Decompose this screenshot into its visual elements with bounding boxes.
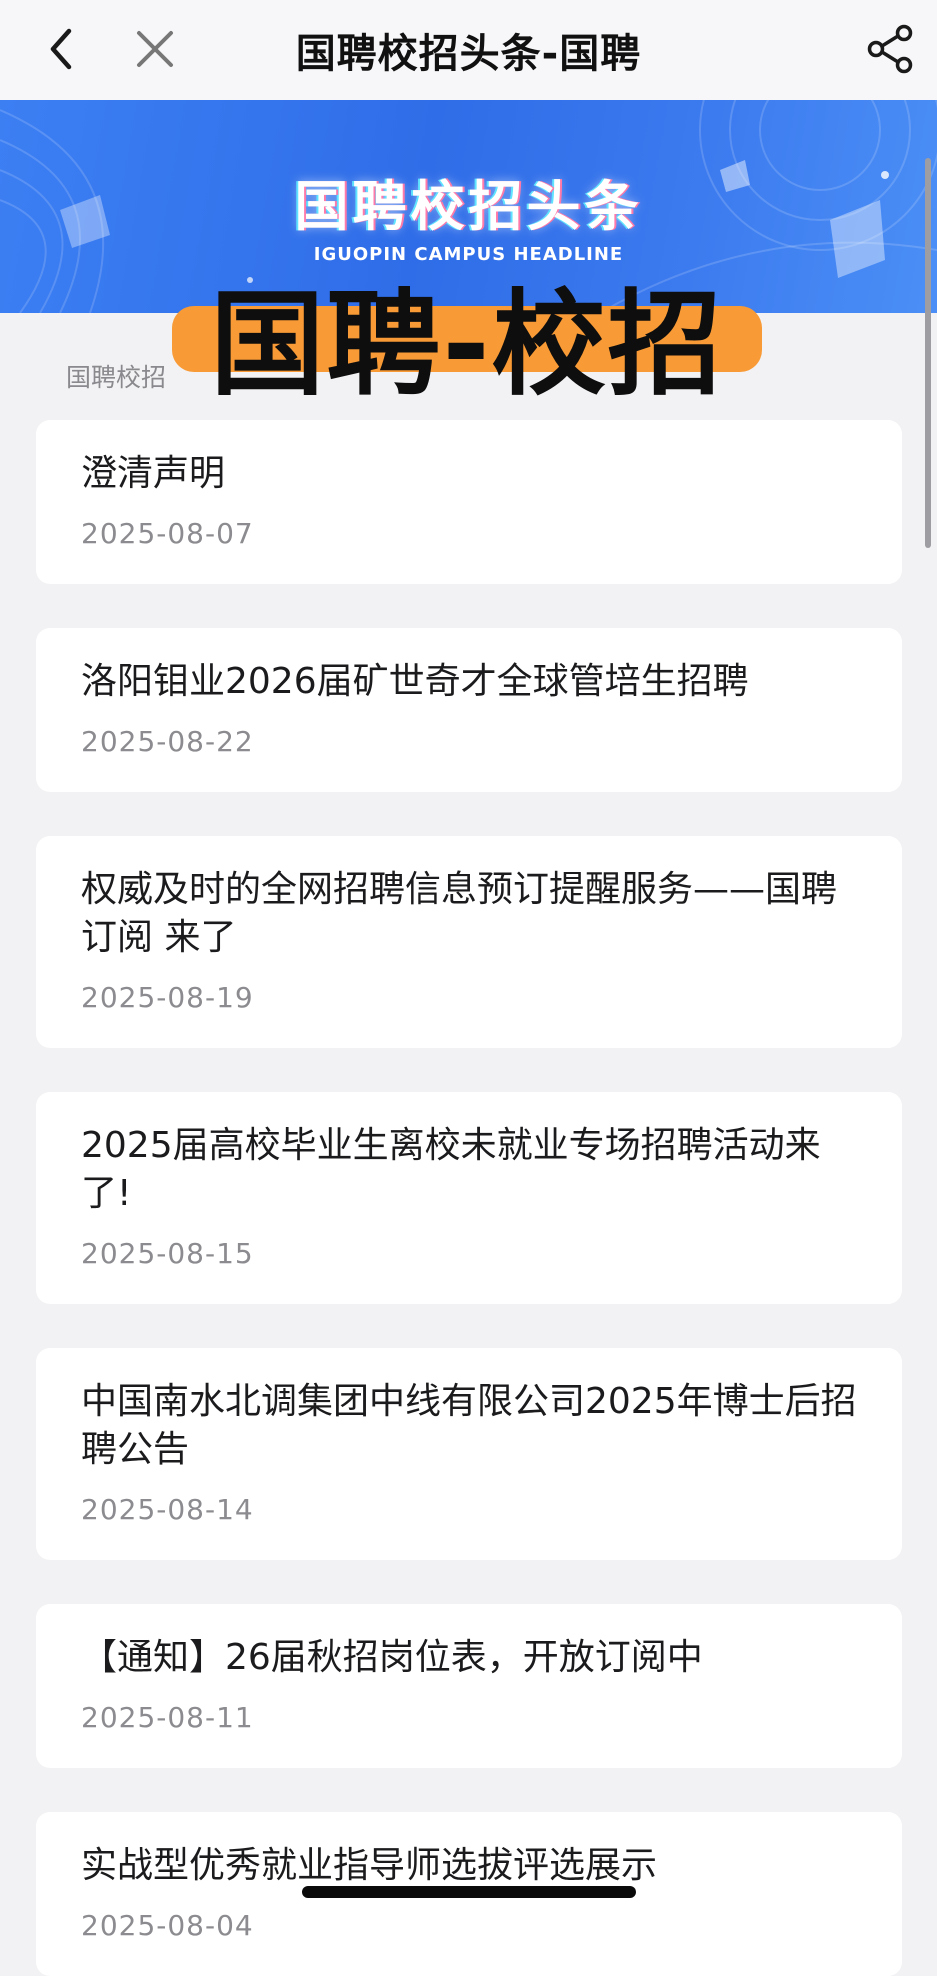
article-card[interactable]: 澄清声明 2025-08-07 <box>36 420 902 584</box>
article-title: 权威及时的全网招聘信息预订提醒服务——国聘订阅 来了 <box>81 869 838 958</box>
banner-title: 国聘校招头条 <box>294 175 643 238</box>
article-date: 2025-08-19 <box>81 981 254 1014</box>
article-date: 2025-08-14 <box>81 1493 254 1526</box>
article-title: 2025届高校毕业生离校未就业专场招聘活动来了! <box>81 1125 821 1214</box>
article-date: 2025-08-04 <box>81 1909 254 1942</box>
close-icon <box>137 31 173 67</box>
article-title: 洛阳钼业2026届矿世奇才全球管培生招聘 <box>81 661 749 702</box>
article-date: 2025-08-11 <box>81 1701 254 1734</box>
chevron-left-icon <box>50 28 72 70</box>
section-label: 国聘校招 <box>66 363 167 392</box>
nav-bar: 国聘校招头条-国聘 <box>0 0 937 101</box>
article-date: 2025-08-15 <box>81 1237 254 1270</box>
article-title: 实战型优秀就业指导师选拔评选展示 <box>81 1845 658 1886</box>
share-button[interactable] <box>855 14 925 84</box>
close-button[interactable] <box>120 14 190 84</box>
article-title: 中国南水北调集团中线有限公司2025年博士后招聘公告 <box>81 1381 857 1470</box>
overlay-caption: 国聘-校招 <box>172 268 762 411</box>
article-title: 【通知】26届秋招岗位表，开放订阅中 <box>81 1637 703 1678</box>
scrollbar-thumb[interactable] <box>925 158 931 548</box>
article-title: 澄清声明 <box>81 453 226 494</box>
back-button[interactable] <box>28 14 98 84</box>
article-card[interactable]: 中国南水北调集团中线有限公司2025年博士后招聘公告 2025-08-14 <box>36 1348 902 1560</box>
article-card[interactable]: 洛阳钼业2026届矿世奇才全球管培生招聘 2025-08-22 <box>36 628 902 792</box>
article-date: 2025-08-07 <box>81 517 254 550</box>
article-card[interactable]: 2025届高校毕业生离校未就业专场招聘活动来了! 2025-08-15 <box>36 1092 902 1304</box>
overlay-text: 国聘-校招 <box>210 277 724 411</box>
page-title: 国聘校招头条-国聘 <box>295 31 642 77</box>
home-indicator <box>302 1886 636 1898</box>
article-card[interactable]: 【通知】26届秋招岗位表，开放订阅中 2025-08-11 <box>36 1604 902 1768</box>
article-card[interactable]: 权威及时的全网招聘信息预订提醒服务——国聘订阅 来了 2025-08-19 <box>36 836 902 1048</box>
share-icon <box>867 24 913 74</box>
article-date: 2025-08-22 <box>81 725 254 758</box>
